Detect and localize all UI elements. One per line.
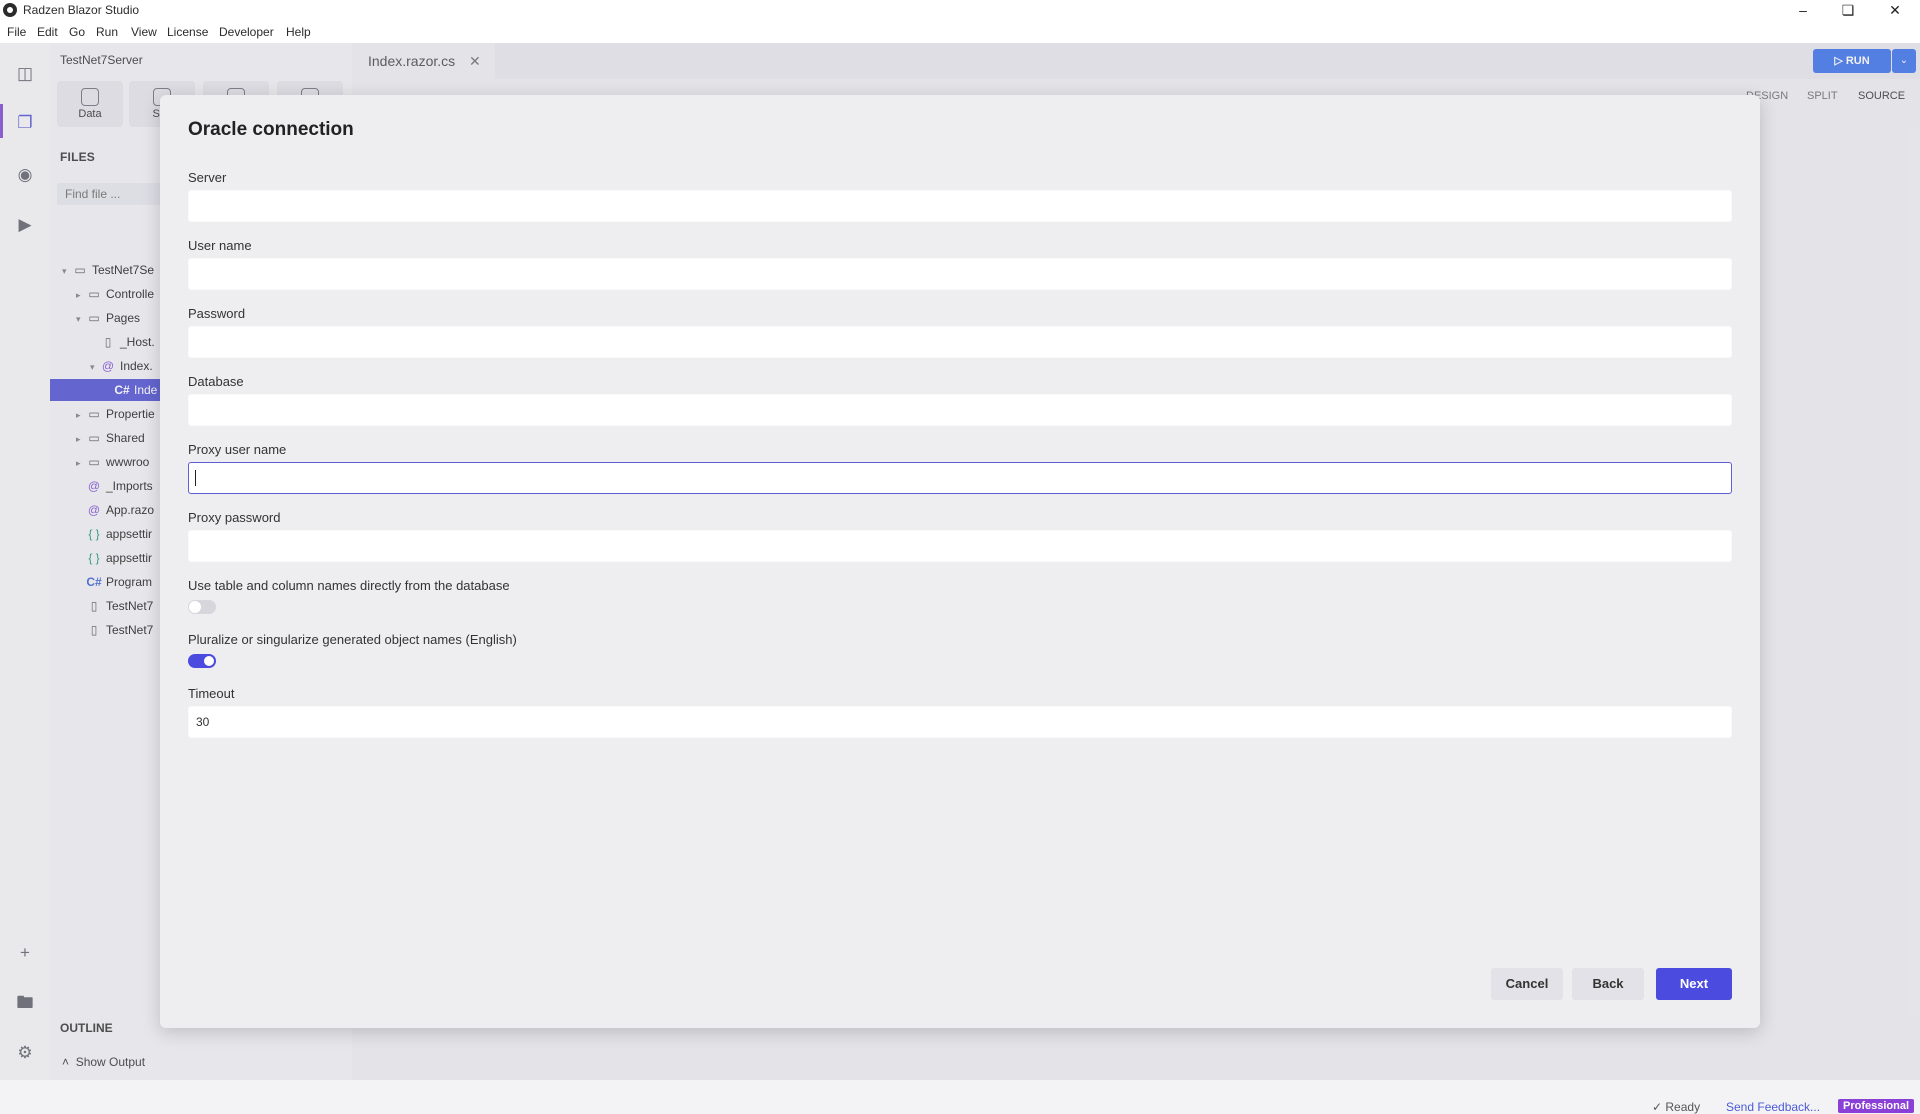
proxy-password-label: Proxy password (188, 510, 281, 525)
timeout-label: Timeout (188, 686, 235, 701)
server-input[interactable] (188, 190, 1732, 222)
proxy-user-name-label: Proxy user name (188, 442, 287, 457)
menu-run[interactable]: Run (96, 25, 118, 39)
pluralize-toggle[interactable] (188, 654, 216, 668)
toggle-knob (203, 655, 215, 667)
use-db-names-label: Use table and column names directly from… (188, 578, 510, 593)
menu-license[interactable]: License (167, 25, 208, 39)
server-label: Server (188, 170, 227, 185)
use-db-names-toggle[interactable] (188, 600, 216, 614)
cancel-button[interactable]: Cancel (1491, 968, 1563, 1000)
minimize-icon[interactable]: – (1780, 0, 1826, 22)
user-name-label: User name (188, 238, 252, 253)
database-input[interactable] (188, 394, 1732, 426)
next-button[interactable]: Next (1656, 968, 1732, 1000)
license-badge: Professional (1838, 1099, 1915, 1113)
menu-help[interactable]: Help (286, 25, 311, 39)
password-label: Password (188, 306, 246, 321)
text-caret (195, 470, 196, 486)
proxy-password-input[interactable] (188, 530, 1732, 562)
proxy-user-name-input[interactable] (188, 462, 1732, 494)
menu-go[interactable]: Go (69, 25, 85, 39)
oracle-connection-dialog: Oracle connection Server User name Passw… (160, 95, 1760, 1028)
dialog-title: Oracle connection (188, 119, 354, 140)
close-window-icon[interactable]: ✕ (1872, 0, 1918, 22)
menu-file[interactable]: File (7, 25, 26, 39)
pluralize-label: Pluralize or singularize generated objec… (188, 632, 517, 647)
menu-edit[interactable]: Edit (37, 25, 58, 39)
menu-bar: File Edit Go Run View License Developer … (0, 22, 1920, 43)
app-logo-icon (3, 3, 17, 17)
back-button[interactable]: Back (1572, 968, 1644, 1000)
restore-icon[interactable]: ❏ (1825, 0, 1871, 22)
timeout-input[interactable] (188, 706, 1732, 738)
toggle-knob (189, 601, 201, 613)
user-name-input[interactable] (188, 258, 1732, 290)
window-title: Radzen Blazor Studio (23, 3, 140, 17)
menu-view[interactable]: View (131, 25, 157, 39)
password-input[interactable] (188, 326, 1732, 358)
database-label: Database (188, 374, 244, 389)
status-ready: ✓ Ready (1652, 1100, 1701, 1114)
send-feedback-link[interactable]: Send Feedback... (1726, 1100, 1820, 1114)
title-bar: Radzen Blazor Studio – ❏ ✕ (0, 0, 1920, 22)
status-ready-label: Ready (1665, 1100, 1701, 1114)
menu-developer[interactable]: Developer (219, 25, 274, 39)
